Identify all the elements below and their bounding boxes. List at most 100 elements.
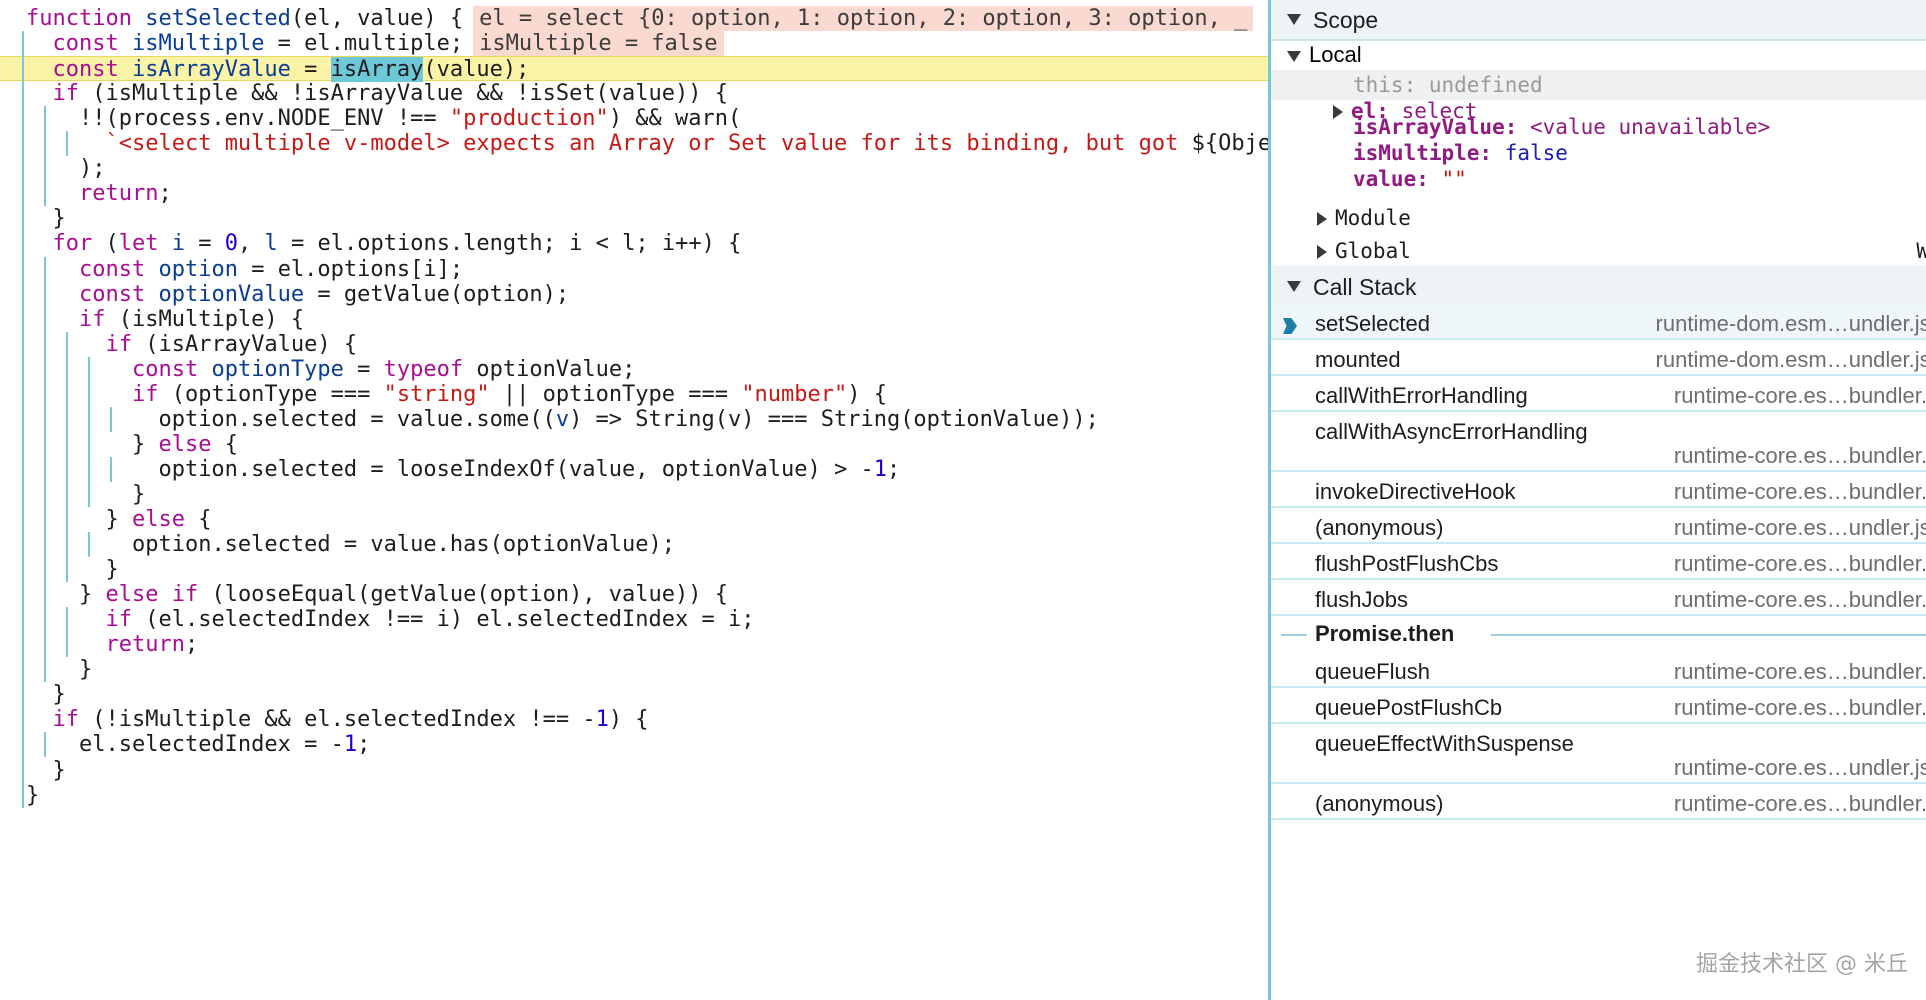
code-token: } <box>26 782 40 808</box>
async-boundary: Promise.then <box>1271 616 1926 652</box>
code-token: isMultiple <box>131 31 265 57</box>
code-token: else <box>131 507 185 532</box>
var-value: false <box>1504 141 1568 165</box>
code-line[interactable]: el.selectedIndex = -1; <box>26 732 370 757</box>
code-line[interactable]: option.selected = looseIndexOf(value, op… <box>26 457 900 482</box>
call-frame[interactable]: queuePostFlushCb runtime-core.es…bundler.… <box>1271 688 1926 724</box>
code-line[interactable]: function setSelected(el, value) {el = se… <box>26 6 1254 31</box>
call-frame[interactable]: callWithErrorHandling runtime-core.es…bun… <box>1271 376 1926 412</box>
code-token: return <box>78 181 159 207</box>
code-line-paused[interactable]: const isArrayValue = isArray(value); <box>0 56 1268 83</box>
call-frame[interactable]: mounted runtime-dom.esm…undler.js:1 <box>1271 340 1926 376</box>
code-line[interactable]: if (isMultiple && !isArrayValue && !isSe… <box>26 81 729 106</box>
code-token: option <box>158 256 238 282</box>
call-frame[interactable]: setSelected runtime-dom.esm…undler.js:1 <box>1271 304 1926 340</box>
call-frame[interactable]: queueEffectWithSuspense runtime-core.es…u… <box>1271 724 1926 784</box>
call-stack-section-header[interactable]: Call Stack <box>1271 266 1926 308</box>
scope-var-value[interactable]: value: "" <box>1353 164 1467 194</box>
code-line[interactable]: if (el.selectedIndex !== i) el.selectedI… <box>26 607 754 632</box>
code-line[interactable]: return; <box>26 181 172 206</box>
collapse-triangle-icon <box>1287 14 1301 25</box>
code-token: = el.options.length; i < l; i++) { <box>277 231 742 257</box>
code-token: (el, value) { <box>290 6 464 31</box>
code-line[interactable]: } <box>26 758 66 783</box>
call-frame[interactable]: callWithAsyncErrorHandling runtime-core.e… <box>1271 412 1926 472</box>
var-value-this: undefined <box>1428 73 1543 97</box>
frame-function-name: invokeDirectiveHook <box>1315 479 1516 504</box>
code-line[interactable]: const option = el.options[i]; <box>26 257 463 282</box>
code-line[interactable]: if (isArrayValue) { <box>26 332 357 357</box>
frame-location: runtime-core.es…bundler.js: <box>1673 695 1926 720</box>
call-frame[interactable]: (anonymous) runtime-core.es…undler.js:5 <box>1271 508 1926 544</box>
code-token: ) => String(v) === String(optionValue)); <box>569 406 1099 432</box>
call-stack-title: Call Stack <box>1313 274 1417 300</box>
code-token: isArrayValue <box>131 57 291 83</box>
separator-line <box>1491 634 1926 636</box>
global-scope-toggle[interactable]: Global W <box>1317 236 1926 266</box>
code-line[interactable]: for (let i = 0, l = el.options.length; i… <box>26 231 742 257</box>
code-token: el.selectedIndex = - <box>78 732 344 758</box>
code-token: let <box>118 231 159 257</box>
code-line[interactable]: const isMultiple = el.multiple; isMultipl… <box>26 31 724 57</box>
code-line[interactable]: !!(process.env.NODE_ENV !== "production"… <box>26 106 741 131</box>
code-token: return <box>105 632 185 658</box>
code-line[interactable]: } else { <box>26 507 211 532</box>
call-frame[interactable]: invokeDirectiveHook runtime-core.es…bundl… <box>1271 472 1926 508</box>
module-label: Module <box>1335 206 1411 230</box>
call-frame[interactable]: queueFlush runtime-core.es…bundler.js: <box>1271 652 1926 688</box>
code-token: 0 <box>224 231 238 257</box>
frame-location: runtime-core.es…bundler.js: <box>1673 383 1926 408</box>
code-editor[interactable]: function setSelected(el, value) {el = se… <box>0 0 1268 1000</box>
code-token: ( <box>92 231 119 257</box>
call-frame[interactable]: flushJobs runtime-core.es…bundler.js: <box>1271 580 1926 616</box>
code-token: , <box>238 231 265 257</box>
code-line[interactable]: } <box>26 206 66 231</box>
code-line[interactable]: option.selected = value.some((v) => Stri… <box>26 406 1099 432</box>
code-token: if <box>78 306 106 332</box>
colon: : <box>1403 73 1429 97</box>
code-line[interactable]: if (optionType === "string" || optionTyp… <box>26 382 887 407</box>
code-line[interactable]: } else { <box>26 432 238 457</box>
var-value: <value unavailable> <box>1530 115 1771 139</box>
code-token: setSelected <box>145 6 291 31</box>
code-line[interactable]: } <box>26 682 66 707</box>
scope-section-header[interactable]: Scope <box>1271 0 1926 41</box>
frame-location: runtime-core.es…bundler.js: <box>1673 659 1926 684</box>
code-line[interactable]: } <box>26 783 39 808</box>
code-line[interactable]: } <box>26 657 92 682</box>
code-line[interactable]: } else if (looseEqual(getValue(option), … <box>26 582 728 607</box>
code-token: for <box>52 231 93 257</box>
code-line[interactable]: } <box>26 557 119 583</box>
code-token: { <box>211 431 238 457</box>
code-line[interactable]: `<select multiple v-model> expects an Ar… <box>26 131 1268 156</box>
code-token: } <box>131 481 146 507</box>
code-token: 1 <box>595 707 609 733</box>
code-token: else <box>158 431 212 457</box>
code-line[interactable]: return; <box>26 632 198 657</box>
code-line[interactable]: if (isMultiple) { <box>26 307 304 332</box>
code-token: } <box>105 557 119 583</box>
frame-location: runtime-core.es…bundler.js: <box>1673 791 1926 816</box>
code-line[interactable]: if (!isMultiple && el.selectedIndex !== … <box>26 707 649 732</box>
call-frame[interactable]: flushPostFlushCbs runtime-core.es…bundler… <box>1271 544 1926 580</box>
code-line[interactable]: const optionValue = getValue(option); <box>26 282 569 307</box>
debugger-sidebar: Scope Local this: undefined el: select i… <box>1268 0 1926 1000</box>
frame-location: runtime-dom.esm…undler.js:1 <box>1655 347 1926 372</box>
local-scope-toggle[interactable]: Local <box>1287 40 1362 70</box>
code-token: v <box>555 406 570 432</box>
code-token: = <box>343 356 384 382</box>
call-frame[interactable]: (anonymous) runtime-core.es…bundler.js: <box>1271 784 1926 820</box>
module-scope-toggle[interactable]: Module <box>1317 203 1411 233</box>
code-line[interactable]: option.selected = value.has(optionValue)… <box>26 532 675 557</box>
code-line[interactable]: ); <box>26 156 106 181</box>
code-line[interactable]: const optionType = typeof optionValue; <box>26 357 635 382</box>
